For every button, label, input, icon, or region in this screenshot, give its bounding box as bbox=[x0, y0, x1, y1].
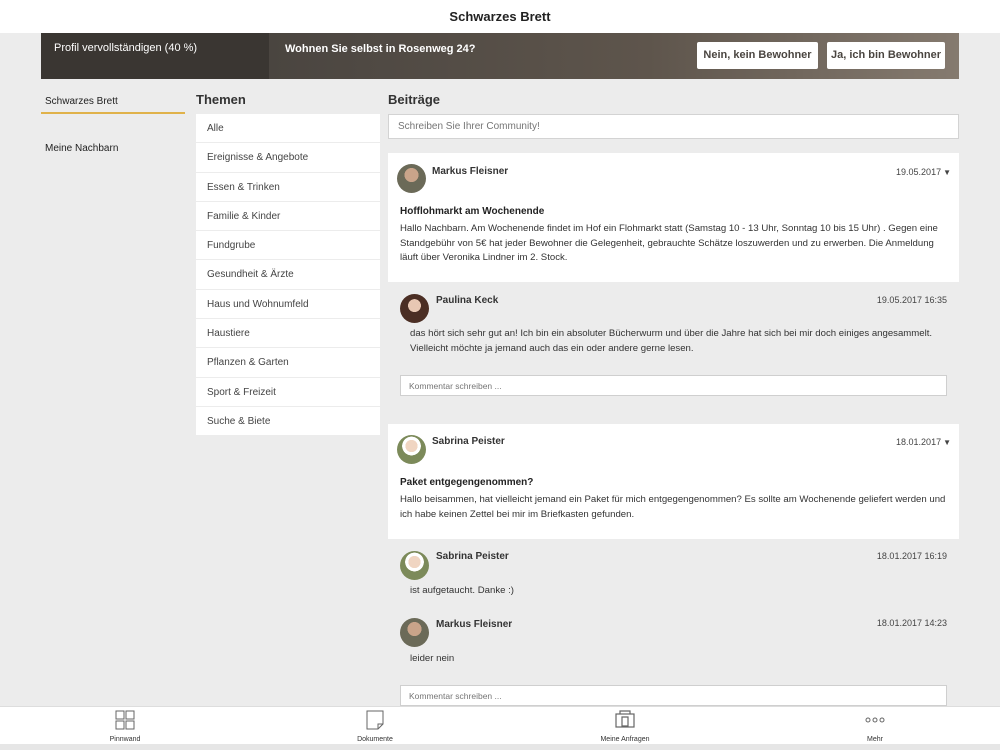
tab-pinnwand[interactable]: Pinnwand bbox=[0, 707, 250, 744]
tab-dokumente[interactable]: Dokumente bbox=[250, 707, 500, 744]
comment-input[interactable] bbox=[400, 685, 947, 706]
sidebar-item-meine-nachbarn[interactable]: Meine Nachbarn bbox=[41, 140, 185, 159]
topics-title: Themen bbox=[196, 92, 246, 107]
avatar bbox=[400, 294, 429, 323]
bottom-strip bbox=[0, 744, 1000, 750]
is-resident-button[interactable]: Ja, ich bin Bewohner bbox=[827, 42, 945, 69]
sidebar-item-schwarzes-brett[interactable]: Schwarzes Brett bbox=[41, 93, 185, 114]
profile-banner: Profil vervollständigen (40 %) Wohnen Si… bbox=[41, 33, 959, 79]
post-card: Markus Fleisner 19.05.2017 ▼ Hofflohmarkt… bbox=[388, 153, 959, 282]
requests-icon bbox=[500, 710, 750, 730]
post-title: Paket entgegengenommen? bbox=[400, 477, 534, 488]
comment-date: 19.05.2017 16:35 bbox=[876, 295, 947, 305]
document-icon bbox=[250, 710, 500, 730]
post-date-text: 18.01.2017 bbox=[896, 437, 942, 447]
avatar bbox=[400, 551, 429, 580]
avatar bbox=[400, 618, 429, 647]
comment-section: Sabrina Peister 18.01.2017 16:19 ist auf… bbox=[388, 539, 959, 706]
topics-panel: Themen Alle Ereignisse & Angebote Essen … bbox=[196, 92, 380, 437]
post-body: Hallo beisammen, hat vielleicht jemand e… bbox=[400, 494, 946, 520]
comment-text: leider nein bbox=[410, 653, 455, 664]
grid-icon bbox=[0, 710, 250, 730]
comment-text: das hört sich sehr gut an! Ich bin ein a… bbox=[410, 328, 933, 354]
comment-author[interactable]: Paulina Keck bbox=[436, 295, 498, 306]
topic-item-essen[interactable]: Essen & Trinken bbox=[196, 173, 380, 202]
post-card: Sabrina Peister 18.01.2017 ▼ Paket entgeg… bbox=[388, 424, 959, 539]
comment-author[interactable]: Markus Fleisner bbox=[436, 619, 512, 630]
tab-meine-anfragen[interactable]: Meine Anfragen bbox=[500, 707, 750, 744]
comment-date: 18.01.2017 14:23 bbox=[876, 618, 947, 628]
topic-item-suche[interactable]: Suche & Biete bbox=[196, 407, 380, 437]
post-author[interactable]: Markus Fleisner bbox=[432, 166, 508, 177]
caret-down-icon[interactable]: ▼ bbox=[943, 168, 951, 177]
topic-item-gesundheit[interactable]: Gesundheit & Ärzte bbox=[196, 260, 380, 290]
comment-section: Paulina Keck 19.05.2017 16:35 das hört s… bbox=[388, 282, 959, 407]
comment-date: 18.01.2017 16:19 bbox=[876, 551, 947, 561]
app-title: Schwarzes Brett bbox=[0, 0, 1000, 33]
more-icon bbox=[750, 710, 1000, 730]
topic-item-haustiere[interactable]: Haustiere bbox=[196, 319, 380, 349]
post-date[interactable]: 18.01.2017 ▼ bbox=[896, 437, 951, 447]
topic-item-pflanzen[interactable]: Pflanzen & Garten bbox=[196, 348, 380, 378]
comment-text: ist aufgetaucht. Danke :) bbox=[410, 585, 514, 596]
tab-label: Mehr bbox=[867, 736, 883, 743]
tab-mehr[interactable]: Mehr bbox=[750, 707, 1000, 744]
tab-label: Meine Anfragen bbox=[600, 736, 650, 743]
posts-title: Beiträge bbox=[388, 92, 441, 107]
topic-item-familie[interactable]: Familie & Kinder bbox=[196, 202, 380, 232]
topic-item-fundgrube[interactable]: Fundgrube bbox=[196, 231, 380, 261]
post-date-text: 19.05.2017 bbox=[896, 167, 942, 177]
sidebar: Schwarzes Brett Meine Nachbarn bbox=[41, 93, 185, 159]
post-body: Hallo Nachbarn. Am Wochenende findet im … bbox=[400, 223, 938, 263]
topics-list: Alle Ereignisse & Angebote Essen & Trink… bbox=[196, 114, 380, 437]
topic-item-haus[interactable]: Haus und Wohnumfeld bbox=[196, 290, 380, 320]
resident-question: Wohnen Sie selbst in Rosenweg 24? bbox=[285, 43, 476, 55]
avatar bbox=[397, 435, 426, 464]
profile-completion[interactable]: Profil vervollständigen (40 %) bbox=[41, 33, 269, 79]
post-title: Hofflohmarkt am Wochenende bbox=[400, 206, 545, 217]
tab-label: Dokumente bbox=[357, 736, 393, 743]
topic-item-sport[interactable]: Sport & Freizeit bbox=[196, 378, 380, 407]
comment-input[interactable] bbox=[400, 375, 947, 396]
caret-down-icon[interactable]: ▼ bbox=[943, 438, 951, 447]
comment-author[interactable]: Sabrina Peister bbox=[436, 551, 509, 562]
post-date[interactable]: 19.05.2017 ▼ bbox=[896, 167, 951, 177]
avatar bbox=[397, 164, 426, 193]
bottom-tab-bar: Pinnwand Dokumente Meine Anfragen Mehr bbox=[0, 706, 1000, 744]
not-resident-button[interactable]: Nein, kein Bewohner bbox=[697, 42, 818, 69]
topic-item-ereignisse[interactable]: Ereignisse & Angebote bbox=[196, 143, 380, 173]
write-post-input[interactable] bbox=[388, 114, 959, 139]
posts-header: Beiträge bbox=[388, 92, 959, 139]
post-author[interactable]: Sabrina Peister bbox=[432, 436, 505, 447]
topic-item-alle[interactable]: Alle bbox=[196, 114, 380, 144]
resident-prompt: Wohnen Sie selbst in Rosenweg 24? Nein, … bbox=[269, 33, 959, 79]
tab-label: Pinnwand bbox=[109, 736, 141, 743]
